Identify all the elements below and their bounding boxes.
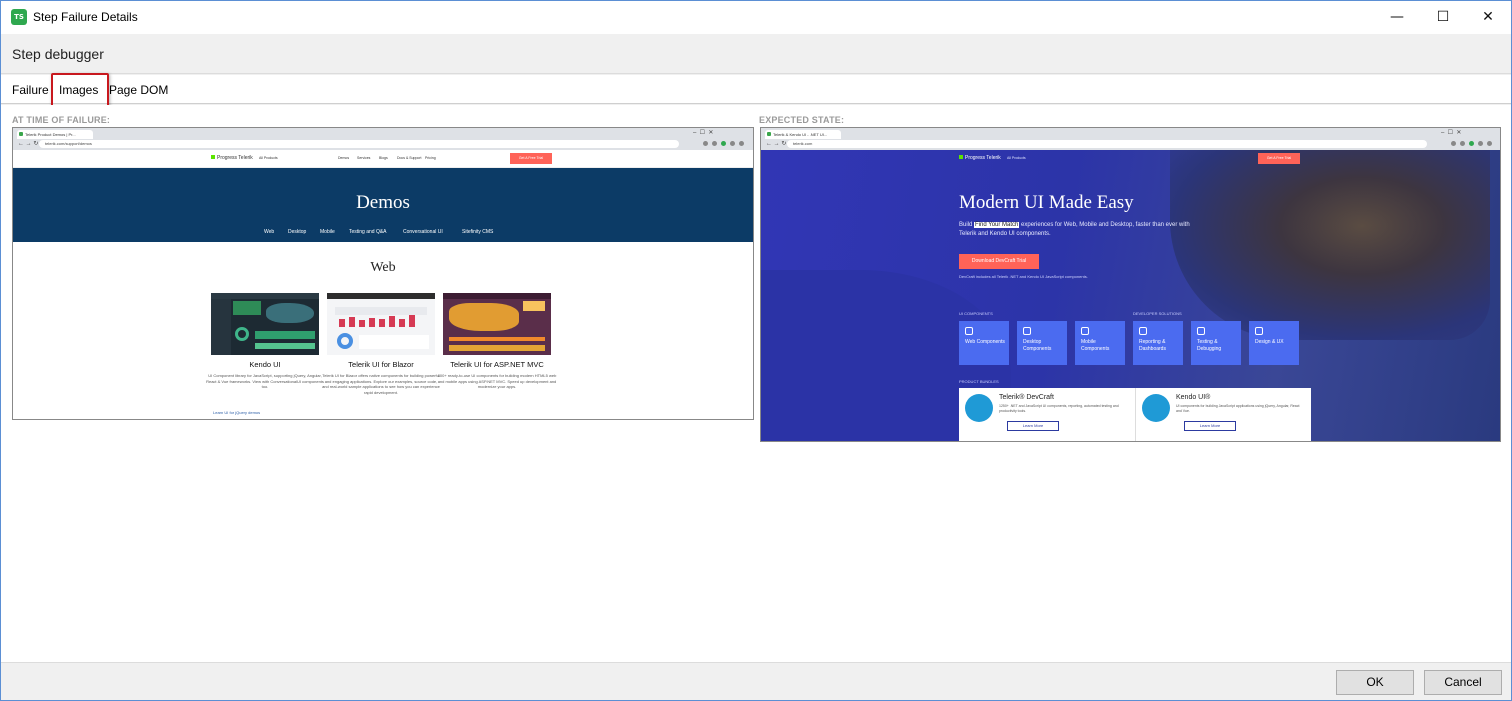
app-icon: TS [11, 9, 27, 25]
browser-chrome: Telerik & Kendo UI - .NET UI... – ☐ ✕ ← … [761, 128, 1500, 150]
cancel-button[interactable]: Cancel [1424, 670, 1502, 695]
ok-button[interactable]: OK [1336, 670, 1414, 695]
aspnet-mvc-thumbnail [443, 293, 551, 355]
dialog-footer: OK Cancel [1, 662, 1511, 700]
browser-tab: Telerik & Kendo UI - .NET UI... [765, 130, 841, 139]
minimize-button[interactable]: — [1374, 1, 1420, 33]
browser-tab: Telerik Product Demos | Pr... [17, 130, 93, 139]
tab-page-dom[interactable]: Page DOM [109, 83, 168, 97]
window-title: Step Failure Details [33, 10, 138, 24]
debugger-header: Step debugger [1, 34, 1511, 74]
expected-label: EXPECTED STATE: [759, 115, 845, 125]
tab-failure[interactable]: Failure [12, 83, 49, 97]
address-bar: telerik.com/support/demos [39, 140, 679, 148]
images-panel: AT TIME OF FAILURE: EXPECTED STATE: Tele… [1, 105, 1511, 662]
page-title: Step debugger [12, 46, 104, 62]
progress-logo: Progress Telerik [959, 155, 1001, 161]
progress-logo: Progress Telerik [211, 155, 253, 161]
demos-banner: Demos Web Desktop Mobile Testing and Q&A… [13, 168, 753, 242]
close-button[interactable]: ✕ [1465, 1, 1511, 33]
step-failure-window: TS Step Failure Details — ☐ ✕ Step debug… [0, 0, 1512, 701]
hero-section: Progress Telerik All Products Get A Free… [761, 150, 1500, 441]
expected-screenshot[interactable]: Telerik & Kendo UI - .NET UI... – ☐ ✕ ← … [760, 127, 1501, 442]
site-nav: Progress Telerik All Products Demos Serv… [13, 150, 753, 168]
tab-bar: Failure Images Page DOM [1, 75, 1511, 104]
browser-chrome: Telerik Product Demos | Pr... – ☐ ✕ ← → … [13, 128, 753, 150]
address-bar: telerik.com [787, 140, 1427, 148]
title-bar: TS Step Failure Details — ☐ ✕ [1, 1, 1511, 34]
failure-label: AT TIME OF FAILURE: [12, 115, 111, 125]
site-nav: Progress Telerik All Products Get A Free… [761, 150, 1500, 166]
devcraft-avatar [965, 394, 993, 422]
kendo-ui-thumbnail [211, 293, 319, 355]
kendo-avatar [1142, 394, 1170, 422]
failure-screenshot[interactable]: Telerik Product Demos | Pr... – ☐ ✕ ← → … [12, 127, 754, 420]
blazor-thumbnail [327, 293, 435, 355]
maximize-button[interactable]: ☐ [1420, 1, 1466, 33]
hero-photo [1170, 150, 1490, 340]
